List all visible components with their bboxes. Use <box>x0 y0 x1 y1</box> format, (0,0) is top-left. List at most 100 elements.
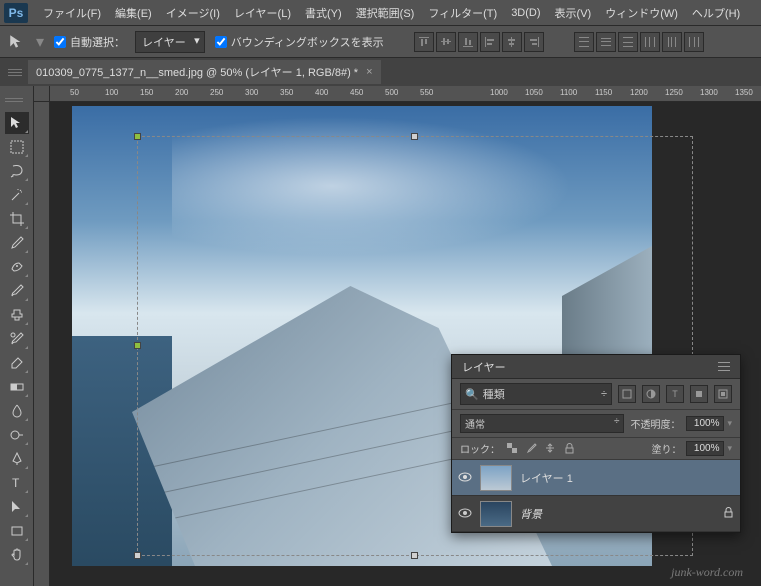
transform-handle-ml[interactable] <box>134 342 141 349</box>
path-selection-tool[interactable] <box>5 496 29 518</box>
healing-brush-tool[interactable] <box>5 256 29 278</box>
opacity-flyout-icon[interactable]: ▾ <box>727 418 732 429</box>
gradient-tool[interactable] <box>5 376 29 398</box>
type-tool[interactable]: T <box>5 472 29 494</box>
layer-name[interactable]: 背景 <box>520 506 715 522</box>
layers-panel[interactable]: レイヤー 🔍 種類 ÷ T 通常 ÷ 不透明度： 100% ▾ ロック： 塗り：… <box>451 354 741 533</box>
ruler-horizontal[interactable]: 50 100 150 200 250 300 350 400 450 500 5… <box>50 86 761 102</box>
transform-handle-tl[interactable] <box>134 133 141 140</box>
ruler-vertical[interactable] <box>34 102 50 586</box>
transform-handle-bl[interactable] <box>134 552 141 559</box>
ruler-origin[interactable] <box>34 86 50 102</box>
filter-smart-icon[interactable] <box>714 385 732 403</box>
distribute-top-icon[interactable] <box>574 32 594 52</box>
lock-all-icon[interactable] <box>562 442 576 456</box>
opacity-input[interactable]: 100% <box>686 416 724 431</box>
layer-name[interactable]: レイヤー 1 <box>520 470 734 486</box>
blend-mode-dropdown[interactable]: 通常 ÷ <box>460 414 624 433</box>
menu-help[interactable]: ヘルプ(H) <box>685 5 747 21</box>
toolbox-grip-icon[interactable] <box>5 90 23 110</box>
distribute-vcenter-icon[interactable] <box>596 32 616 52</box>
show-bbox-label: バウンディングボックスを表示 <box>231 34 384 50</box>
fill-label: 塗り： <box>651 441 681 456</box>
eyedropper-tool[interactable] <box>5 232 29 254</box>
toolbox: T <box>0 86 34 586</box>
search-icon: 🔍 <box>465 388 479 401</box>
show-bbox-input[interactable] <box>215 36 227 48</box>
magic-wand-tool[interactable] <box>5 184 29 206</box>
filter-type-icon[interactable]: T <box>666 385 684 403</box>
fill-flyout-icon[interactable]: ▾ <box>727 443 732 454</box>
align-left-icon[interactable] <box>480 32 500 52</box>
layers-panel-title: レイヤー <box>462 359 506 375</box>
align-right-icon[interactable] <box>524 32 544 52</box>
dodge-tool[interactable] <box>5 424 29 446</box>
auto-select-label: 自動選択： <box>70 34 125 50</box>
filter-pixel-icon[interactable] <box>618 385 636 403</box>
fill-input[interactable]: 100% <box>686 441 724 456</box>
menu-filter[interactable]: フィルター(T) <box>421 5 504 21</box>
options-bar: ▾ 自動選択： レイヤー バウンディングボックスを表示 <box>0 26 761 58</box>
history-brush-tool[interactable] <box>5 328 29 350</box>
marquee-tool[interactable] <box>5 136 29 158</box>
lasso-tool[interactable] <box>5 160 29 182</box>
layer-item[interactable]: 背景 <box>452 496 740 532</box>
layer-visibility-icon[interactable] <box>458 505 472 523</box>
panel-menu-icon[interactable] <box>718 362 730 371</box>
menu-bar: Ps ファイル(F) 編集(E) イメージ(I) レイヤー(L) 書式(Y) 選… <box>0 0 761 26</box>
move-tool-icon <box>8 33 26 51</box>
layer-lock-icon[interactable] <box>723 505 734 523</box>
eraser-tool[interactable] <box>5 352 29 374</box>
layer-item[interactable]: レイヤー 1 <box>452 460 740 496</box>
pen-tool[interactable] <box>5 448 29 470</box>
lock-position-icon[interactable] <box>543 442 557 456</box>
hand-tool[interactable] <box>5 544 29 566</box>
move-tool[interactable] <box>5 112 29 134</box>
clone-stamp-tool[interactable] <box>5 304 29 326</box>
align-top-icon[interactable] <box>414 32 434 52</box>
layer-thumbnail[interactable] <box>480 465 512 491</box>
blur-tool[interactable] <box>5 400 29 422</box>
layer-visibility-icon[interactable] <box>458 469 472 487</box>
crop-tool[interactable] <box>5 208 29 230</box>
transform-handle-tm[interactable] <box>411 133 418 140</box>
app-logo: Ps <box>4 3 28 23</box>
align-hcenter-icon[interactable] <box>502 32 522 52</box>
rectangle-tool[interactable] <box>5 520 29 542</box>
align-vcenter-icon[interactable] <box>436 32 456 52</box>
auto-select-target-dropdown[interactable]: レイヤー <box>135 31 205 53</box>
lock-pixels-icon[interactable] <box>524 442 538 456</box>
menu-edit[interactable]: 編集(E) <box>108 5 159 21</box>
menu-layer[interactable]: レイヤー(L) <box>227 5 298 21</box>
distribute-group <box>574 32 704 52</box>
menu-3d[interactable]: 3D(D) <box>504 7 547 19</box>
menu-type[interactable]: 書式(Y) <box>298 5 349 21</box>
lock-transparency-icon[interactable] <box>505 442 519 456</box>
document-tab[interactable]: 010309_0775_1377_n__smed.jpg @ 50% (レイヤー… <box>28 60 381 84</box>
close-tab-icon[interactable]: × <box>366 66 372 78</box>
transform-handle-bm[interactable] <box>411 552 418 559</box>
brush-tool[interactable] <box>5 280 29 302</box>
menu-select[interactable]: 選択範囲(S) <box>349 5 422 21</box>
layers-panel-tab[interactable]: レイヤー <box>452 355 740 379</box>
show-bbox-checkbox[interactable]: バウンディングボックスを表示 <box>215 34 384 50</box>
layer-thumbnail[interactable] <box>480 501 512 527</box>
tab-grip-icon[interactable] <box>8 62 22 82</box>
menu-file[interactable]: ファイル(F) <box>36 5 108 21</box>
layer-filter-kind-dropdown[interactable]: 🔍 種類 ÷ <box>460 383 612 405</box>
distribute-left-icon[interactable] <box>640 32 660 52</box>
align-group-1 <box>414 32 544 52</box>
auto-select-input[interactable] <box>54 36 66 48</box>
align-bottom-icon[interactable] <box>458 32 478 52</box>
distribute-bottom-icon[interactable] <box>618 32 638 52</box>
menu-image[interactable]: イメージ(I) <box>159 5 227 21</box>
distribute-hcenter-icon[interactable] <box>662 32 682 52</box>
menu-view[interactable]: 表示(V) <box>548 5 599 21</box>
auto-select-checkbox[interactable]: 自動選択： <box>54 34 125 50</box>
filter-shape-icon[interactable] <box>690 385 708 403</box>
opacity-label: 不透明度： <box>630 416 680 431</box>
filter-adjustment-icon[interactable] <box>642 385 660 403</box>
menu-window[interactable]: ウィンドウ(W) <box>598 5 685 21</box>
document-tab-title: 010309_0775_1377_n__smed.jpg @ 50% (レイヤー… <box>36 64 358 80</box>
distribute-right-icon[interactable] <box>684 32 704 52</box>
